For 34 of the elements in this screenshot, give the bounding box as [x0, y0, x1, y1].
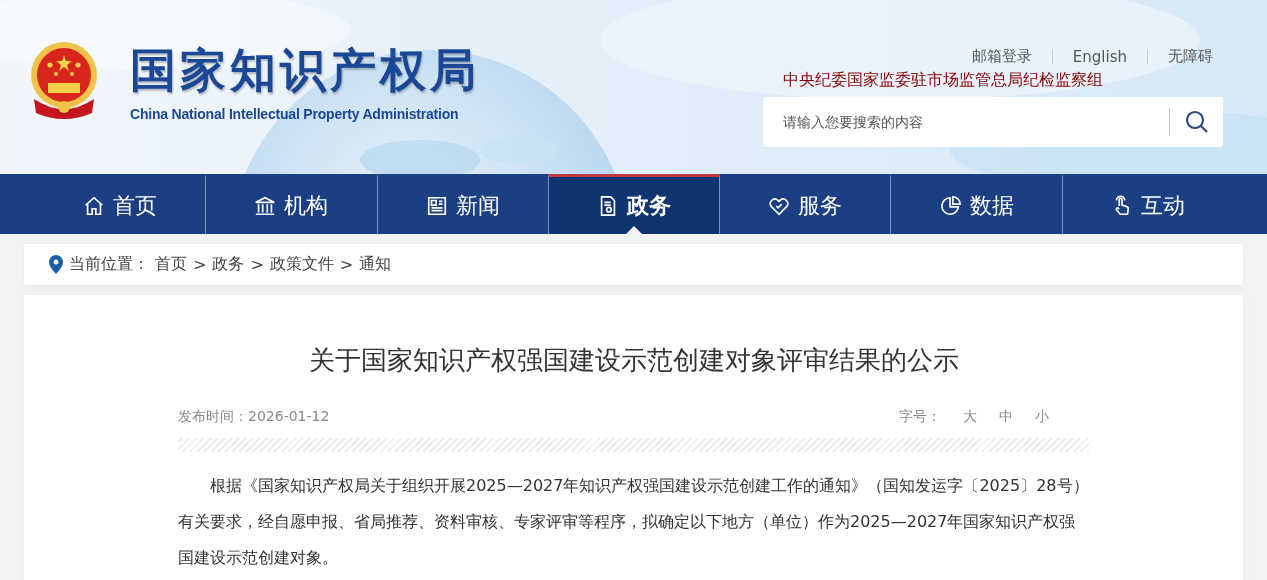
breadcrumb-separator: > — [250, 255, 264, 274]
font-size-option[interactable]: 小 — [1035, 408, 1049, 426]
notice-text: 中央纪委国家监委驻市场监管总局纪检监察组 — [783, 70, 1103, 91]
font-size-option[interactable]: 大 — [963, 408, 977, 426]
breadcrumb-separator: > — [339, 255, 354, 274]
breadcrumb-link[interactable]: 政策文件 — [269, 254, 334, 275]
breadcrumb-separator: > — [193, 255, 207, 274]
breadcrumb-link[interactable]: 通知 — [359, 254, 392, 275]
building-icon — [254, 194, 277, 217]
nav-tab[interactable]: 新闻 — [376, 174, 548, 234]
publish-date: 发布时间：2026-01-12 — [178, 408, 330, 426]
breadcrumb-link[interactable]: 政务 — [212, 254, 245, 275]
site-name-english: China National Intellectual Property Administration — [130, 106, 460, 122]
nav-tab[interactable]: 数据 — [890, 174, 1062, 234]
nav-tab[interactable]: 机构 — [205, 174, 377, 234]
nav-tab[interactable]: 政务 — [547, 174, 720, 234]
top-link[interactable]: 无障碍 — [1158, 47, 1223, 66]
top-link[interactable]: 邮箱登录 — [961, 47, 1042, 66]
font-size-label: 字号： — [899, 408, 941, 426]
home-icon — [82, 194, 105, 217]
location-pin-icon — [49, 255, 63, 274]
pointer-triangle-icon — [626, 226, 642, 234]
breadcrumb-link[interactable]: 首页 — [155, 254, 187, 275]
top-link[interactable]: English — [1062, 47, 1137, 66]
article-title: 关于国家知识产权强国建设示范创建对象评审结果的公示 — [307, 344, 960, 377]
nav-tab[interactable]: 服务 — [719, 174, 891, 234]
font-size-option[interactable]: 中 — [999, 408, 1013, 426]
site-name: 国家知识产权局 — [130, 42, 480, 99]
nav-tab[interactable]: 首页 — [33, 174, 206, 234]
article-paragraph: 根据《国家知识产权局关于组织开展2025—2027年知识产权强国建设示范创建工作的通知》（国知发运字〔2025〕28号）有关要求，经自愿申报、省局推荐、资料审核、专家评审等程序，拟确定以下地方（单位）作为2025—2027年国家知识产权强国建设示范创建对象。 — [178, 475, 1089, 569]
nav-tab[interactable]: 互动 — [1061, 174, 1234, 234]
breadcrumb-label: 当前位置： — [69, 254, 149, 275]
pie-chart-icon — [939, 194, 962, 217]
newspaper-icon — [425, 194, 448, 217]
